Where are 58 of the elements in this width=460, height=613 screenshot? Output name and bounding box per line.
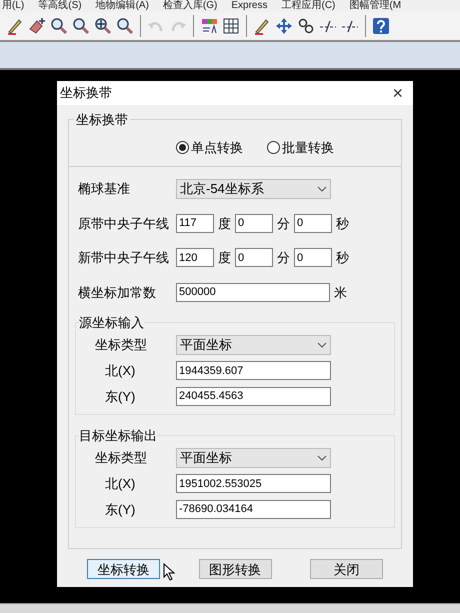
- field-label: 东(Y): [104, 388, 136, 406]
- dropdown[interactable]: 平面坐标: [176, 335, 331, 355]
- dropdown[interactable]: 平面坐标: [176, 448, 331, 468]
- field-label: 原带中央子午线: [78, 214, 170, 232]
- field-label: 秒: [336, 214, 349, 232]
- field-label: 度: [218, 249, 231, 267]
- input-field[interactable]: 0: [294, 248, 332, 268]
- chevron-icon: [317, 342, 327, 348]
- dialog-button[interactable]: 图形转换: [198, 559, 272, 579]
- cursor-icon: [163, 563, 175, 581]
- menu-item[interactable]: Express: [231, 0, 268, 12]
- field-label: 秒: [336, 249, 349, 267]
- zoom-icon[interactable]: [72, 17, 90, 35]
- input-field[interactable]: 1951002.553025: [176, 474, 331, 494]
- input-field[interactable]: 0: [235, 214, 273, 233]
- chevron-icon: [317, 186, 327, 192]
- input-field[interactable]: 0: [235, 248, 273, 268]
- field-label: 新带中央子午线: [78, 249, 170, 267]
- chevron-icon: [317, 455, 327, 461]
- palette-icon[interactable]: [200, 17, 218, 35]
- zoom-icon[interactable]: [94, 17, 112, 35]
- input-field[interactable]: 500000: [176, 282, 330, 302]
- input-field[interactable]: 0: [294, 214, 332, 233]
- input-field[interactable]: 240455.4563: [176, 386, 331, 406]
- pencil-icon[interactable]: [6, 17, 24, 35]
- field-label: 东(Y): [104, 500, 136, 519]
- zoom-icon[interactable]: [116, 17, 134, 35]
- menu-item[interactable]: 图幅管理(M: [349, 0, 402, 12]
- radio-option[interactable]: 单点转换: [176, 138, 243, 158]
- field-label: 分: [277, 249, 290, 267]
- menu-item[interactable]: 地物编辑(A): [96, 0, 149, 12]
- dialog-button[interactable]: 坐标转换: [87, 559, 160, 579]
- zoom-icon[interactable]: [50, 17, 68, 35]
- pencil-icon[interactable]: [253, 17, 271, 35]
- pen-icon[interactable]: [28, 17, 46, 35]
- field-label: 坐标类型: [95, 449, 148, 468]
- field-label: 北(X): [104, 362, 136, 380]
- help-icon[interactable]: [372, 17, 390, 35]
- field-label: 北(X): [104, 475, 136, 493]
- grid-icon[interactable]: [222, 17, 240, 35]
- radio-option[interactable]: 批量转换: [267, 138, 334, 158]
- field-label: 椭球基准: [78, 180, 131, 198]
- field-label: 度: [218, 214, 231, 232]
- input-field[interactable]: 117: [176, 214, 214, 233]
- input-field[interactable]: -78690.034164: [176, 500, 331, 519]
- input-field[interactable]: 120: [176, 248, 214, 268]
- window-title: 坐标换带: [60, 84, 112, 102]
- dialog-button[interactable]: 关闭: [310, 559, 383, 579]
- field-label: 坐标类型: [95, 336, 148, 354]
- move-icon[interactable]: [275, 17, 293, 35]
- dropdown[interactable]: 北京-54坐标系: [176, 178, 331, 198]
- menu-item[interactable]: 用(L): [2, 0, 24, 12]
- close-button[interactable]: ×: [392, 84, 403, 102]
- field-label: 分: [277, 214, 290, 232]
- field-label: 米: [334, 284, 347, 302]
- link-icon[interactable]: [297, 17, 315, 35]
- input-field[interactable]: 1944359.607: [176, 361, 331, 380]
- field-label: 横坐标加常数: [78, 284, 157, 302]
